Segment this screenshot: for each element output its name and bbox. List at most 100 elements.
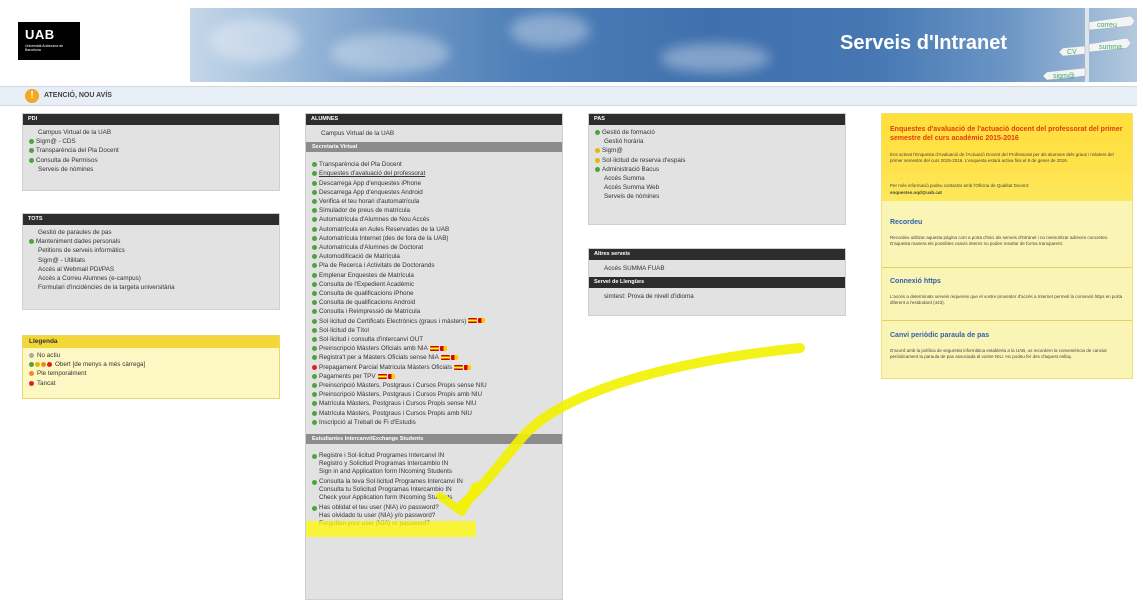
tots-item[interactable]: Formulari d'incidències de la targeta un… [29,283,273,292]
secretaria-item[interactable]: Prepagament Parcial Matrícula Màsters Of… [312,363,556,372]
secretaria-item-label[interactable]: Prepagament Parcial Matrícula Màsters Of… [319,364,452,371]
secretaria-item-label[interactable]: Emplenar Enquestes de Matrícula [319,272,414,279]
secretaria-item[interactable]: Registra't per a Màsters Oficials sense … [312,353,556,362]
secretaria-item[interactable]: Automatrícula d'Alumnes de Nou Accés [312,215,556,224]
secretaria-item-label[interactable]: Descarrega App d'enquestes iPhone [319,180,421,187]
secretaria-item[interactable]: Descarrega App d'enquestes iPhone [312,179,556,188]
secretaria-item-label[interactable]: Automatrícula en Aules Reservades de la … [319,226,449,233]
pdi-item[interactable]: Sigm@ - CDS [29,137,273,146]
uab-logo[interactable]: UAB Universitat Autònoma de Barcelona [18,22,80,60]
secretaria-item[interactable]: Matrícula Màsters, Postgraus i Cursos Pr… [312,409,556,418]
tots-item[interactable]: Accés al Webmail PDI/PAS [29,265,273,274]
secretaria-item-label[interactable]: Consulta de l'Expedient Acadèmic [319,281,414,288]
pdi-item-label[interactable]: Transparència del Pla Docent [36,147,119,154]
secretaria-item-label[interactable]: Inscripció al Treball de Fi d'Estudis [319,419,416,426]
secretaria-item[interactable]: Transparència del Pla Docent [312,160,556,169]
secretaria-item[interactable]: Simulador de preus de matrícula [312,206,556,215]
tots-item[interactable]: Gestió de paraules de pas [29,228,273,237]
secretaria-item[interactable]: Sol·licitud de Certificats Electrònics (… [312,317,556,326]
enquestes-email[interactable]: enquestes.oqd@uab.cat [890,190,1126,196]
exchange-link-line[interactable]: Check your Application form INcoming Stu… [312,494,556,502]
secretaria-item-label[interactable]: Pagaments per TPV [319,373,376,380]
tots-item-label[interactable]: Petitions de serveis informàtics [38,247,125,254]
pas-item-label[interactable]: Administració Bacus [602,166,659,173]
tots-item-label[interactable]: Formulari d'incidències de la targeta un… [38,284,175,291]
secretaria-item[interactable]: Emplenar Enquestes de Matrícula [312,271,556,280]
secretaria-item-label[interactable]: Verifica el teu horari d'automatrícula [319,198,419,205]
exchange-link-line[interactable]: Has olvidado tu user (NIA) y/o password? [312,512,556,520]
tots-item-label[interactable]: Gestió de paraules de pas [38,229,112,236]
secretaria-item-label[interactable]: Enquestes d'avaluació del professorat [319,170,425,177]
secretaria-item-label[interactable]: Automatrícula d'Alumnes de Doctorat [319,244,423,251]
pas-item[interactable]: Gestió de formació [595,128,839,137]
tots-item[interactable]: Petitions de serveis informàtics [29,246,273,255]
secretaria-item-label[interactable]: Registra't per a Màsters Oficials sense … [319,354,439,361]
secretaria-item[interactable]: Descarrega App d'enquestes Android [312,188,556,197]
tots-item-label[interactable]: Accés al Webmail PDI/PAS [38,266,114,273]
secretaria-item[interactable]: Consulta de qualificacions Android [312,298,556,307]
pdi-item-label[interactable]: Campus Virtual de la UAB [38,129,111,136]
secretaria-item-label[interactable]: Consulta de qualificacions Android [319,299,415,306]
exchange-link-line[interactable]: Registro y Solicitud Programas Intercamb… [312,460,556,468]
secretaria-item-label[interactable]: Matrícula Màsters, Postgraus i Cursos Pr… [319,400,476,407]
secretaria-item-label[interactable]: Automodificació de Matrícula [319,253,400,260]
pas-item-label[interactable]: Serveis de nòmines [604,193,659,200]
secretaria-item[interactable]: Preinscripció Màsters, Postgraus i Curso… [312,390,556,399]
pas-item-label[interactable]: Sol·licitud de reserva d'espais [602,157,685,164]
pas-item[interactable]: Serveis de nòmines [595,192,839,201]
enquestes-title[interactable]: Enquestes d'avaluació de l'actuació doce… [890,125,1128,143]
pdi-item[interactable]: Serveis de nòmines [29,165,273,174]
exchange-link-line[interactable]: Consulta la teva Sol·licitud Programes I… [312,478,556,486]
altres-item[interactable]: Accés SUMMA FUAB [595,264,839,273]
secretaria-item-label[interactable]: Preinscripció Màsters, Postgraus i Curso… [319,391,482,398]
secretaria-item[interactable]: Sol·licitud de Títol [312,326,556,335]
secretaria-item-label[interactable]: Pla de Recerca i Activitats de Doctorand… [319,262,435,269]
secretaria-item[interactable]: Pla de Recerca i Activitats de Doctorand… [312,261,556,270]
pas-item[interactable]: Administració Bacus [595,165,839,174]
exchange-link-line[interactable]: Consulta tu Solicitud Programas Intercam… [312,486,556,494]
secretaria-item[interactable]: Pagaments per TPV [312,372,556,381]
pas-item-label[interactable]: Accés Summa [604,175,645,182]
pas-item-label[interactable]: Sigm@ [602,147,623,154]
pas-item[interactable]: Sigm@ [595,146,839,155]
secretaria-item-label[interactable]: Descarrega App d'enquestes Android [319,189,423,196]
secretaria-item-label[interactable]: Automatrícula Internet (des de fora de l… [319,235,449,242]
tots-item-label[interactable]: Sigm@ - Utilitats [38,257,85,264]
pdi-item-label[interactable]: Sigm@ - CDS [36,138,76,145]
pas-item[interactable]: Accés Summa [595,174,839,183]
secretaria-item-label[interactable]: Simulador de preus de matrícula [319,207,410,214]
secretaria-item[interactable]: Inscripció al Treball de Fi d'Estudis [312,418,556,427]
secretaria-item[interactable]: Automatrícula Internet (des de fora de l… [312,234,556,243]
secretaria-item-label[interactable]: Preinscripció Màsters Oficials amb NIA [319,345,428,352]
exchange-link[interactable]: Registre i Sol·licitud Programes Interca… [312,452,556,476]
secretaria-item[interactable]: Sol·licitud i consulta d'intercanvi OUT [312,335,556,344]
secretaria-item-label[interactable]: Automatrícula d'Alumnes de Nou Accés [319,216,429,223]
secretaria-item[interactable]: Matrícula Màsters, Postgraus i Cursos Pr… [312,399,556,408]
secretaria-item[interactable]: Preinscripció Màsters Oficials amb NIA [312,344,556,353]
alumnes-campus-link[interactable]: Campus Virtual de la UAB [312,129,556,138]
exchange-link-line[interactable]: Has oblidat el teu user (NIA) i/o passwo… [312,504,556,512]
secretaria-item-label[interactable]: Transparència del Pla Docent [319,161,402,168]
secretaria-item-label[interactable]: Consulta i Reimpressió de Matrícula [319,308,420,315]
pas-item-label[interactable]: Accés Summa Web [604,184,659,191]
tots-item-label[interactable]: Manteniment dades personals [36,238,120,245]
secretaria-item-label[interactable]: Sol·licitud i consulta d'intercanvi OUT [319,336,423,343]
tots-item[interactable]: Sigm@ - Utilitats [29,256,273,265]
pas-item[interactable]: Accés Summa Web [595,183,839,192]
llengues-item[interactable]: simtest: Prova de nivell d'idioma [595,292,839,301]
secretaria-item[interactable]: Consulta de l'Expedient Acadèmic [312,280,556,289]
pdi-item[interactable]: Consulta de Permisos [29,156,273,165]
secretaria-item-label[interactable]: Consulta de qualificacions iPhone [319,290,414,297]
secretaria-item-label[interactable]: Sol·licitud de Certificats Electrònics (… [319,318,466,325]
pas-item[interactable]: Sol·licitud de reserva d'espais [595,156,839,165]
notice-text[interactable]: ATENCIÓ, NOU AVÍS [44,92,112,99]
pdi-item[interactable]: Transparència del Pla Docent [29,146,273,155]
pdi-item-label[interactable]: Serveis de nòmines [38,166,93,173]
pdi-item[interactable]: Campus Virtual de la UAB [29,128,273,137]
secretaria-item[interactable]: Automodificació de Matrícula [312,252,556,261]
pas-item-label[interactable]: Gestió de formació [602,129,655,136]
secretaria-item[interactable]: Automatrícula en Aules Reservades de la … [312,225,556,234]
exchange-link[interactable]: Consulta la teva Sol·licitud Programes I… [312,478,556,502]
secretaria-item[interactable]: Verifica el teu horari d'automatrícula [312,197,556,206]
pas-item[interactable]: Gestió horària [595,137,839,146]
